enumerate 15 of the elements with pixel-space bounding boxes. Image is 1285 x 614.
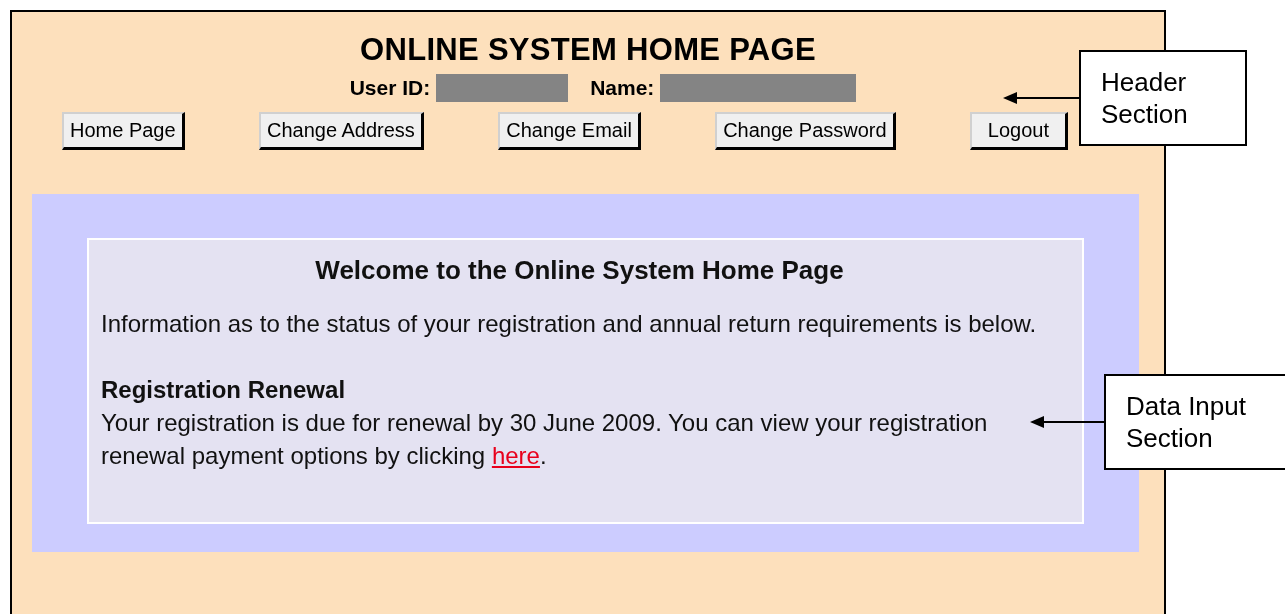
nav-button[interactable]: Change Email: [498, 112, 641, 150]
nav-button[interactable]: Change Address: [258, 112, 424, 150]
name-label: Name:: [590, 76, 655, 100]
section-title: Registration Renewal: [101, 375, 346, 405]
page-title: ONLINE SYSTEM HOME PAGE: [360, 32, 816, 68]
intro-text: Information as to the status of your registration and annual return requirements is below.: [101, 309, 1038, 339]
here-link[interactable]: here: [491, 442, 540, 469]
welcome-heading: Welcome to the Online System Home Page: [315, 254, 844, 287]
callout-label: Data Input Section: [1104, 374, 1285, 470]
nav-button[interactable]: Change Password: [715, 112, 896, 150]
nav-button[interactable]: Home Page: [62, 112, 185, 150]
renewal-text: Your registration is due for renewal by 30 June 2009. You can view your registration renewal payment options by clicking here.: [101, 408, 989, 471]
nav-button[interactable]: Logout: [969, 112, 1068, 150]
callout-label: Header Section: [1079, 50, 1247, 146]
user-id-label: User ID:: [349, 76, 431, 100]
